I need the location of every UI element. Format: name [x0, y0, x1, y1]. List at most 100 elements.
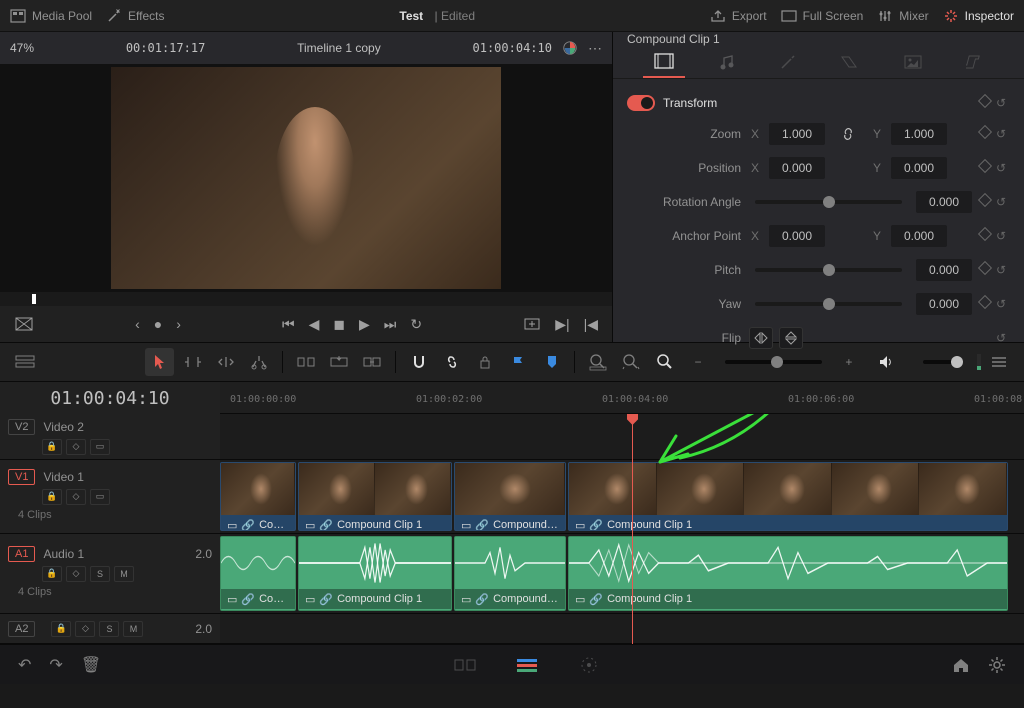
viewer-zoom[interactable]: 47% — [10, 41, 34, 55]
insert-icon[interactable] — [291, 348, 320, 376]
section-reset-icon[interactable]: ↺ — [996, 96, 1010, 110]
mixer-button[interactable]: Mixer — [877, 8, 928, 24]
auto-select-icon[interactable]: ◇ — [75, 621, 95, 637]
pitch-reset-icon[interactable]: ↺ — [996, 263, 1010, 277]
record-icon[interactable]: ● — [154, 316, 162, 332]
audio-clip[interactable]: ▭🔗Compound… — [454, 536, 566, 611]
timeline-timecode[interactable]: 01:00:04:10 — [0, 382, 220, 414]
zoom-slider[interactable] — [725, 360, 823, 364]
audio-monitor-icon[interactable] — [872, 348, 901, 376]
zoom-full-icon[interactable] — [617, 348, 646, 376]
track-enable-icon[interactable]: ▭ — [90, 489, 110, 505]
snap-icon[interactable] — [404, 348, 433, 376]
yaw-input[interactable] — [916, 293, 972, 315]
export-button[interactable]: Export — [710, 8, 767, 24]
position-x-input[interactable] — [769, 157, 825, 179]
mute-button[interactable]: M — [123, 621, 143, 637]
track-enable-icon[interactable]: ▭ — [90, 439, 110, 455]
inspector-tab-file[interactable] — [956, 47, 994, 77]
pitch-input[interactable] — [916, 259, 972, 281]
auto-select-icon[interactable]: ◇ — [66, 566, 86, 582]
marker-icon[interactable] — [537, 348, 566, 376]
zoom-x-input[interactable] — [769, 123, 825, 145]
solo-button[interactable]: S — [90, 566, 110, 582]
position-reset-icon[interactable]: ↺ — [996, 161, 1010, 175]
yaw-slider[interactable] — [755, 302, 902, 306]
viewer-title[interactable]: Timeline 1 copy — [297, 41, 381, 55]
zoom-out-button[interactable]: − — [683, 348, 712, 376]
lock-icon[interactable]: 🔒 — [42, 566, 62, 582]
fullscreen-button[interactable]: Full Screen — [781, 8, 864, 24]
effects-button[interactable]: Effects — [106, 8, 164, 24]
lock-icon[interactable]: 🔒 — [42, 439, 62, 455]
page-fusion-icon[interactable] — [573, 653, 605, 677]
home-icon[interactable] — [952, 657, 970, 673]
pitch-slider[interactable] — [755, 268, 902, 272]
loop-icon[interactable]: ↻ — [410, 316, 422, 333]
inspector-tab-video[interactable] — [643, 46, 685, 78]
flip-horizontal-button[interactable] — [749, 327, 773, 349]
rotation-input[interactable] — [916, 191, 972, 213]
yaw-keyframe-icon[interactable] — [978, 295, 992, 309]
settings-icon[interactable] — [988, 656, 1006, 674]
video-clip[interactable]: ▭🔗Compound… — [454, 462, 566, 531]
solo-button[interactable]: S — [99, 621, 119, 637]
video-clip[interactable]: ▭🔗Compound Clip 1 — [298, 462, 452, 531]
track-lanes[interactable]: ▭🔗Co… ▭🔗Compound Clip 1 ▭🔗Compound… ▭🔗Co… — [220, 414, 1024, 644]
inspector-tab-image[interactable] — [893, 48, 933, 76]
video-clip[interactable]: ▭🔗Compound Clip 1 — [568, 462, 1008, 531]
transform-overlay-icon[interactable] — [14, 316, 34, 332]
track-head-v2[interactable]: V2Video 2 🔒◇▭ — [0, 414, 220, 460]
viewer-scrubber[interactable] — [0, 292, 612, 306]
zoom-in-button[interactable]: + — [834, 348, 863, 376]
flip-vertical-button[interactable] — [779, 327, 803, 349]
trim-tool-icon[interactable] — [178, 348, 207, 376]
viewer-position[interactable]: 01:00:04:10 — [473, 41, 552, 55]
flip-reset-icon[interactable]: ↺ — [996, 331, 1010, 345]
inspector-tab-transition[interactable] — [830, 49, 870, 75]
zoom-y-input[interactable] — [891, 123, 947, 145]
audio-clip[interactable]: ▭🔗Compound Clip 1 — [298, 536, 452, 611]
color-wheel-icon[interactable] — [562, 40, 578, 56]
match-frame-icon[interactable] — [523, 317, 541, 331]
transform-toggle[interactable] — [627, 95, 655, 111]
timeline-ruler[interactable]: 01:00:00:00 01:00:02:00 01:00:04:00 01:0… — [220, 382, 1024, 414]
link-selection-icon[interactable] — [437, 348, 466, 376]
play-icon[interactable]: ▶ — [359, 316, 370, 333]
position-keyframe-icon[interactable] — [978, 159, 992, 173]
media-pool-button[interactable]: Media Pool — [10, 8, 92, 24]
overwrite-icon[interactable] — [324, 348, 353, 376]
anchor-keyframe-icon[interactable] — [978, 227, 992, 241]
undo-icon[interactable]: ↶ — [18, 655, 31, 675]
track-head-v1[interactable]: V1Video 1 🔒◇▭ 4 Clips — [0, 460, 220, 534]
zoom-keyframe-icon[interactable] — [978, 125, 992, 139]
blade-tool-icon[interactable] — [245, 348, 274, 376]
timeline-view-options-icon[interactable] — [10, 348, 39, 376]
zoom-selection-icon[interactable] — [583, 348, 612, 376]
link-icon[interactable] — [841, 127, 855, 141]
prev-edit-icon[interactable]: |◀ — [584, 316, 598, 333]
flag-icon[interactable] — [504, 348, 533, 376]
prev-marker-icon[interactable]: ‹ — [135, 316, 140, 332]
rotation-reset-icon[interactable]: ↺ — [996, 195, 1010, 209]
viewer-options-icon[interactable]: ⋯ — [588, 40, 602, 57]
zoom-reset-icon[interactable]: ↺ — [996, 127, 1010, 141]
dynamic-trim-icon[interactable] — [212, 348, 241, 376]
rotation-slider[interactable] — [755, 200, 902, 204]
stop-icon[interactable]: ◼ — [333, 316, 345, 333]
next-marker-icon[interactable]: › — [176, 316, 181, 332]
play-reverse-icon[interactable]: ◀ — [309, 316, 320, 333]
next-edit-icon[interactable]: ▶| — [555, 316, 569, 333]
yaw-reset-icon[interactable]: ↺ — [996, 297, 1010, 311]
replace-icon[interactable] — [358, 348, 387, 376]
anchor-reset-icon[interactable]: ↺ — [996, 229, 1010, 243]
anchor-y-input[interactable] — [891, 225, 947, 247]
anchor-x-input[interactable] — [769, 225, 825, 247]
auto-select-icon[interactable]: ◇ — [66, 489, 86, 505]
inspector-tab-effects[interactable] — [769, 47, 807, 77]
inspector-tab-audio[interactable] — [708, 47, 746, 77]
mute-button[interactable]: M — [114, 566, 134, 582]
timeline-menu-icon[interactable] — [985, 348, 1014, 376]
delete-icon[interactable]: 🗑 — [81, 655, 101, 675]
section-keyframe-icon[interactable] — [978, 94, 992, 108]
